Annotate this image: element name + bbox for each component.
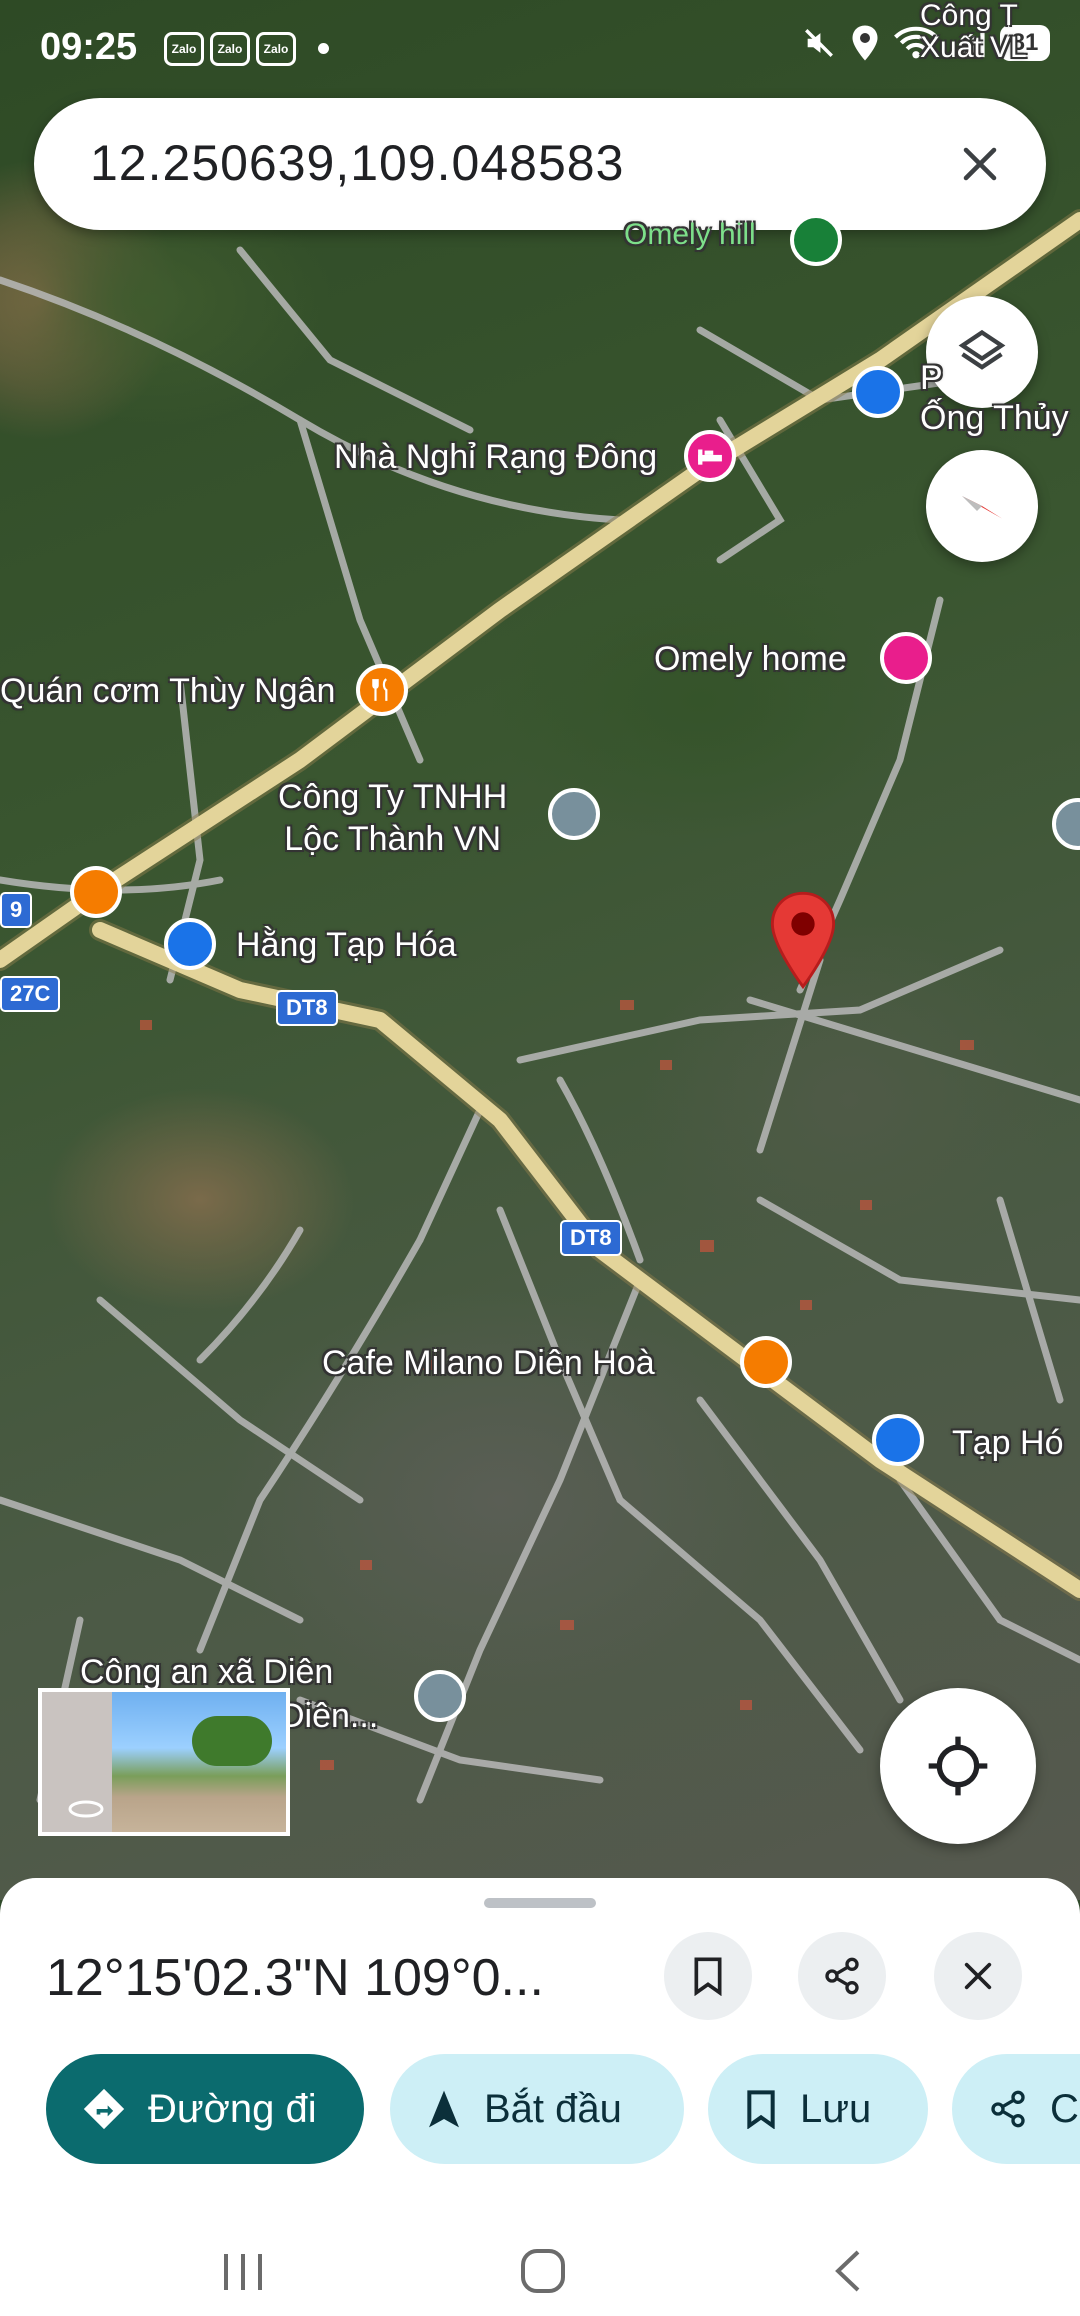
dropped-pin-icon[interactable]	[768, 890, 838, 990]
road-badge-dt8: DT8	[560, 1220, 622, 1256]
map-label-cong-ty-loc-thanh[interactable]: Công Ty TNHH Lộc Thành VN	[278, 776, 507, 860]
place-bottom-sheet[interactable]: 12°15'02.3"N 109°0... Đường đi Bắt đầu L…	[0, 1878, 1080, 2316]
compass-icon	[962, 496, 1002, 519]
restaurant-icon[interactable]	[356, 664, 408, 716]
road-badge-dt8: DT8	[276, 990, 338, 1026]
my-location-button[interactable]	[880, 1688, 1036, 1844]
beach-umbrella-icon[interactable]	[880, 632, 932, 684]
map-label-omely-home[interactable]: Omely home	[654, 640, 847, 679]
crosshair-icon	[928, 1736, 988, 1796]
place-icon[interactable]	[548, 788, 600, 840]
start-label: Bắt đầu	[484, 2086, 622, 2131]
clear-search-button[interactable]	[948, 132, 1012, 196]
coffee-icon[interactable]	[740, 1336, 792, 1388]
coordinates-title: 12°15'02.3"N 109°0...	[46, 1949, 544, 2007]
hotel-icon[interactable]	[684, 430, 736, 482]
360-rotate-icon	[68, 1800, 104, 1818]
map-label-omely-hill[interactable]: Omely hill	[624, 218, 756, 252]
share-button[interactable]	[798, 1932, 886, 2020]
map-roads	[0, 209, 1080, 1804]
share-icon	[991, 2090, 1025, 2128]
thumb-trees	[192, 1716, 272, 1766]
zalo-notification-icon: Zalo	[164, 32, 204, 66]
map-label-hang-tap-hoa[interactable]: Hằng Tạp Hóa	[236, 926, 457, 965]
home-icon[interactable]	[518, 2246, 568, 2296]
location-icon	[852, 25, 878, 61]
close-sheet-button[interactable]	[934, 1932, 1022, 2020]
place-icon[interactable]	[414, 1670, 466, 1722]
bookmark-icon	[747, 2090, 775, 2129]
save-button[interactable]: Lưu	[708, 2054, 928, 2164]
map-label-nha-nghi-rang-dong[interactable]: Nhà Nghỉ Rạng Đông	[334, 438, 657, 477]
status-time: 09:25	[40, 26, 138, 68]
map-label-cafe-milano[interactable]: Cafe Milano Diên Hoà	[322, 1344, 655, 1383]
more-notifications-dot	[318, 43, 329, 54]
zalo-notification-icon: Zalo	[210, 32, 250, 66]
map-label-top-right[interactable]: Công T Xuất VL	[920, 0, 1027, 64]
share-label: C	[1050, 2086, 1079, 2131]
shopping-bag-icon[interactable]	[852, 366, 904, 418]
system-navigation-bar	[0, 2226, 1080, 2316]
search-input[interactable]: 12.250639,109.048583	[90, 134, 624, 192]
map-label-tap-hoa[interactable]: Tạp Hó	[952, 1424, 1064, 1463]
road-badge: 27C	[0, 976, 61, 1012]
park-icon[interactable]	[790, 214, 842, 266]
back-icon[interactable]	[828, 2246, 868, 2296]
street-view-thumbnail[interactable]	[38, 1688, 290, 1836]
shopping-bag-icon[interactable]	[164, 918, 216, 970]
map-view[interactable]	[0, 0, 1080, 1900]
map-label-ong-thuy[interactable]: P Ống Thủy	[920, 358, 1069, 438]
search-box[interactable]: 12.250639,109.048583	[34, 98, 1046, 230]
directions-icon	[83, 2088, 125, 2130]
navigation-arrow-icon	[429, 2090, 459, 2128]
status-bar: 09:25 Zalo Zalo Zalo 81	[0, 0, 1080, 90]
start-navigation-button[interactable]: Bắt đầu	[390, 2054, 684, 2164]
save-bookmark-button[interactable]	[664, 1932, 752, 2020]
bookmark-icon	[694, 1957, 722, 1996]
shopping-bag-icon[interactable]	[872, 1414, 924, 1466]
compass-button[interactable]	[926, 450, 1038, 562]
recent-apps-icon[interactable]	[218, 2248, 268, 2296]
directions-label: Đường đi	[148, 2086, 317, 2131]
mute-icon	[805, 29, 833, 57]
map-label-quan-com-thuy-ngan[interactable]: Quán cơm Thùy Ngân	[0, 672, 335, 711]
drag-handle[interactable]	[484, 1898, 596, 1908]
road-badge: 9	[0, 892, 33, 928]
directions-button[interactable]: Đường đi	[46, 2054, 364, 2164]
share-icon	[825, 1957, 859, 1995]
close-icon	[964, 1962, 992, 1990]
close-icon	[963, 147, 997, 181]
coffee-icon[interactable]	[70, 866, 122, 918]
zalo-notification-icon: Zalo	[256, 32, 296, 66]
save-label: Lưu	[800, 2086, 872, 2131]
share-chip-button[interactable]: C	[952, 2054, 1080, 2164]
